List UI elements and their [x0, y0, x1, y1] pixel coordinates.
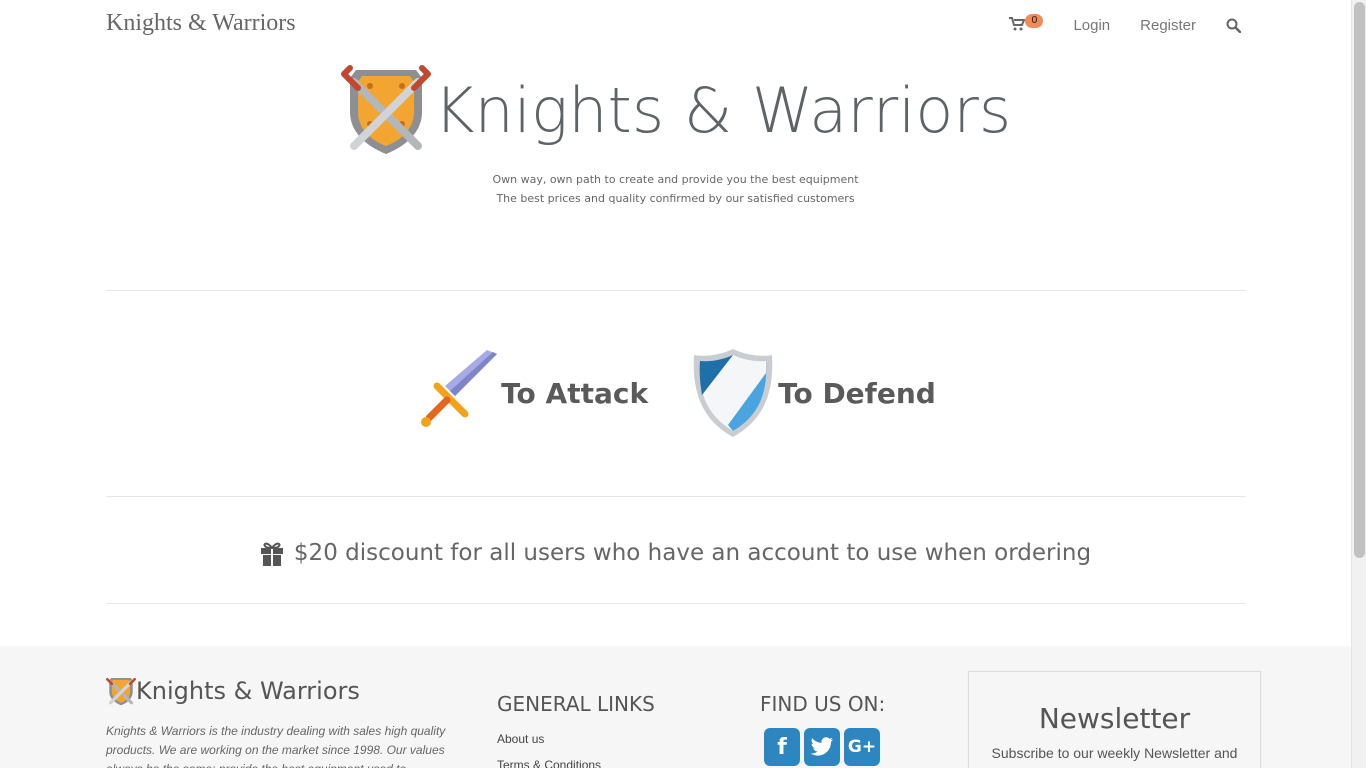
crossed-swords-shield-icon [340, 65, 431, 154]
divider [106, 290, 1246, 291]
facebook-icon[interactable]: f [764, 728, 800, 766]
newsletter-text: Subscribe to our weekly Newsletter and [991, 745, 1238, 761]
find-us-heading: FIND US ON: [760, 692, 886, 716]
feature-defend[interactable]: To Defend [688, 345, 936, 441]
hero-title: Knights & Warriors [433, 73, 1012, 147]
scrollbar[interactable] [1351, 0, 1366, 768]
footer-brand: Knights & Warriors [106, 676, 360, 706]
hero-subtitle-line-2: The best prices and quality confirmed by… [496, 192, 855, 205]
twitter-icon[interactable] [804, 728, 840, 766]
feature-attack[interactable]: To Attack [415, 350, 648, 436]
gift-icon [260, 542, 283, 566]
general-links: About us Terms & Conditions [497, 732, 601, 768]
top-navbar: Knights & Warriors 0 Login Register [0, 0, 1351, 50]
footer: Knights & Warriors Knights & Warriors is… [0, 646, 1351, 768]
feature-defend-label: To Defend [778, 376, 936, 410]
cart-icon [1009, 17, 1026, 31]
hero: Knights & Warriors Own way, own path to … [0, 60, 1351, 208]
login-link[interactable]: Login [1073, 17, 1110, 34]
nav-right: 0 Login Register [1009, 14, 1241, 36]
newsletter-box: Newsletter Subscribe to our weekly Newsl… [968, 671, 1261, 768]
search-button[interactable] [1226, 18, 1241, 33]
divider [106, 496, 1246, 497]
hero-title-row: Knights & Warriors [0, 60, 1351, 160]
crossed-swords-shield-icon [106, 677, 136, 706]
register-link[interactable]: Register [1140, 17, 1196, 34]
general-links-heading: GENERAL LINKS [497, 692, 655, 716]
shield-icon [693, 349, 773, 437]
discount-banner: $20 discount for all users who have an a… [0, 540, 1351, 566]
newsletter-title: Newsletter [1038, 702, 1191, 735]
hero-subtitle: Own way, own path to create and provide … [0, 170, 1351, 208]
footer-brand-name: Knights & Warriors [136, 677, 360, 705]
footer-description: Knights & Warriors is the industry deali… [106, 724, 446, 768]
scrollbar-thumb[interactable] [1354, 2, 1365, 558]
features-row: To Attack To Defend [0, 345, 1351, 441]
footer-link-terms[interactable]: Terms & Conditions [497, 758, 601, 768]
nav-brand[interactable]: Knights & Warriors [106, 10, 296, 37]
search-icon [1226, 18, 1241, 33]
cart-count-badge: 0 [1025, 14, 1044, 28]
divider [106, 603, 1246, 604]
google-plus-icon[interactable]: G+ [844, 728, 880, 766]
footer-link-about[interactable]: About us [497, 732, 601, 746]
feature-attack-label: To Attack [501, 376, 649, 410]
social-links: f G+ [764, 728, 884, 766]
sword-icon [421, 350, 498, 427]
hero-subtitle-line-1: Own way, own path to create and provide … [492, 173, 859, 186]
discount-text: $20 discount for all users who have an a… [293, 540, 1092, 566]
cart-button[interactable]: 0 [1009, 14, 1044, 36]
